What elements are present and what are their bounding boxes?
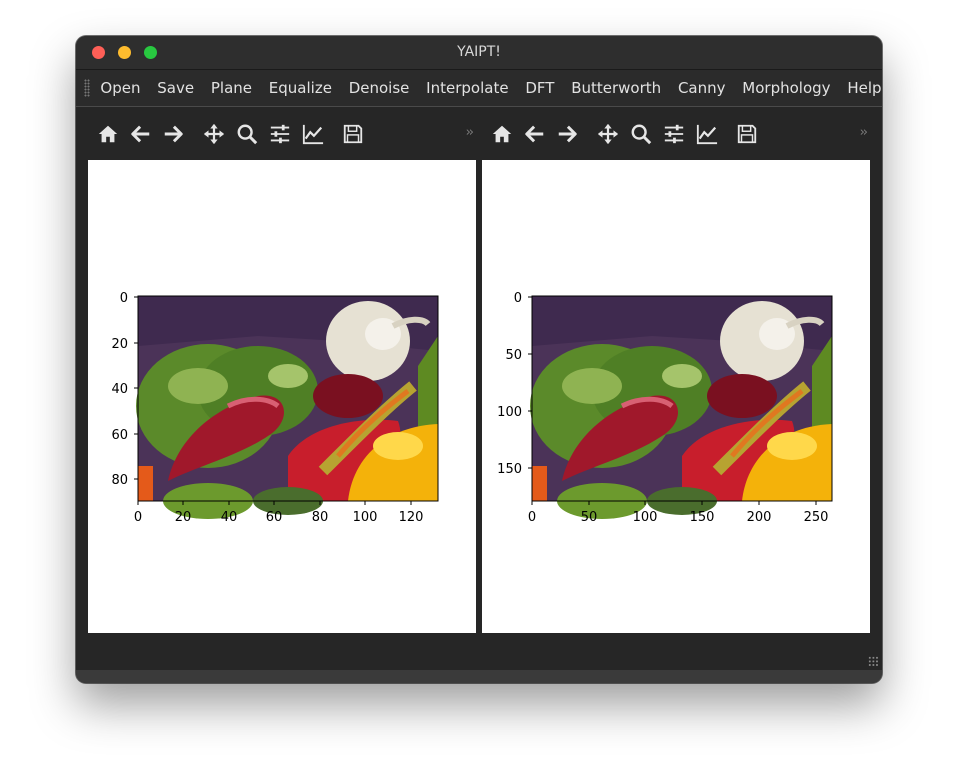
save-figure-icon[interactable] [735,122,759,146]
y-tick-label: 40 [111,382,128,397]
save-figure-icon[interactable] [341,122,365,146]
menu-dft[interactable]: DFT [517,70,563,106]
x-tick-label: 50 [581,510,598,525]
home-icon[interactable] [490,122,514,146]
pan-icon[interactable] [202,122,226,146]
subplots-config-icon[interactable] [662,122,686,146]
menu-butterworth[interactable]: Butterworth [563,70,670,106]
zoom-icon[interactable] [235,122,259,146]
y-tick-label: 60 [111,428,128,443]
x-tick-label: 250 [804,510,829,525]
menu-help[interactable]: Help [839,70,882,106]
app-window: YAIPT! Open Save Plane Equalize Denoise … [76,36,882,683]
forward-icon[interactable] [161,122,185,146]
left-plot-toolbar: ›› [88,116,476,152]
forward-icon[interactable] [555,122,579,146]
menu-denoise[interactable]: Denoise [340,70,417,106]
x-tick-label: 0 [528,510,536,525]
y-tick-label: 50 [505,348,522,363]
menu-bar: Open Save Plane Equalize Denoise Interpo… [76,70,882,107]
left-plot-canvas[interactable]: 0 20 40 60 80 0 20 40 60 80 100 120 [88,160,476,633]
y-tick-label: 80 [111,473,128,488]
menu-morphology[interactable]: Morphology [734,70,839,106]
x-tick-label: 100 [353,510,378,525]
back-icon[interactable] [523,122,547,146]
left-y-ticks: 0 20 40 60 80 [111,291,138,488]
zoom-icon[interactable] [629,122,653,146]
x-tick-label: 120 [399,510,424,525]
menu-save[interactable]: Save [149,70,203,106]
y-tick-label: 100 [497,405,522,420]
subplots-config-icon[interactable] [268,122,292,146]
toolbar-overflow-icon[interactable]: ›› [466,125,475,140]
menu-open[interactable]: Open [92,70,149,106]
y-tick-label: 0 [514,291,522,306]
x-tick-label: 60 [266,510,283,525]
x-tick-label: 0 [134,510,142,525]
x-tick-label: 150 [690,510,715,525]
axes-edit-icon[interactable] [695,122,719,146]
home-icon[interactable] [96,122,120,146]
y-tick-label: 150 [497,462,522,477]
right-y-ticks: 0 50 100 150 [497,291,532,477]
x-tick-label: 80 [312,510,329,525]
window-title: YAIPT! [457,44,501,60]
menu-grip-handle[interactable] [84,79,90,97]
menu-equalize[interactable]: Equalize [260,70,340,106]
window-bottom-edge [76,670,882,683]
right-plot-canvas[interactable]: 0 50 100 150 0 50 100 150 200 250 [482,160,870,633]
resize-grip-icon[interactable] [868,656,879,667]
x-tick-label: 200 [747,510,772,525]
axes-edit-icon[interactable] [301,122,325,146]
status-bar [76,636,882,670]
toolbar-overflow-icon[interactable]: ›› [860,125,869,140]
back-icon[interactable] [129,122,153,146]
y-tick-label: 20 [111,337,128,352]
menu-interpolate[interactable]: Interpolate [418,70,517,106]
pan-icon[interactable] [596,122,620,146]
x-tick-label: 20 [175,510,192,525]
menu-plane[interactable]: Plane [202,70,260,106]
y-tick-label: 0 [120,291,128,306]
x-tick-label: 40 [221,510,238,525]
right-plot-toolbar: ›› [482,116,870,152]
title-bar: YAIPT! [76,36,882,70]
menu-canny[interactable]: Canny [670,70,734,106]
x-tick-label: 100 [633,510,658,525]
